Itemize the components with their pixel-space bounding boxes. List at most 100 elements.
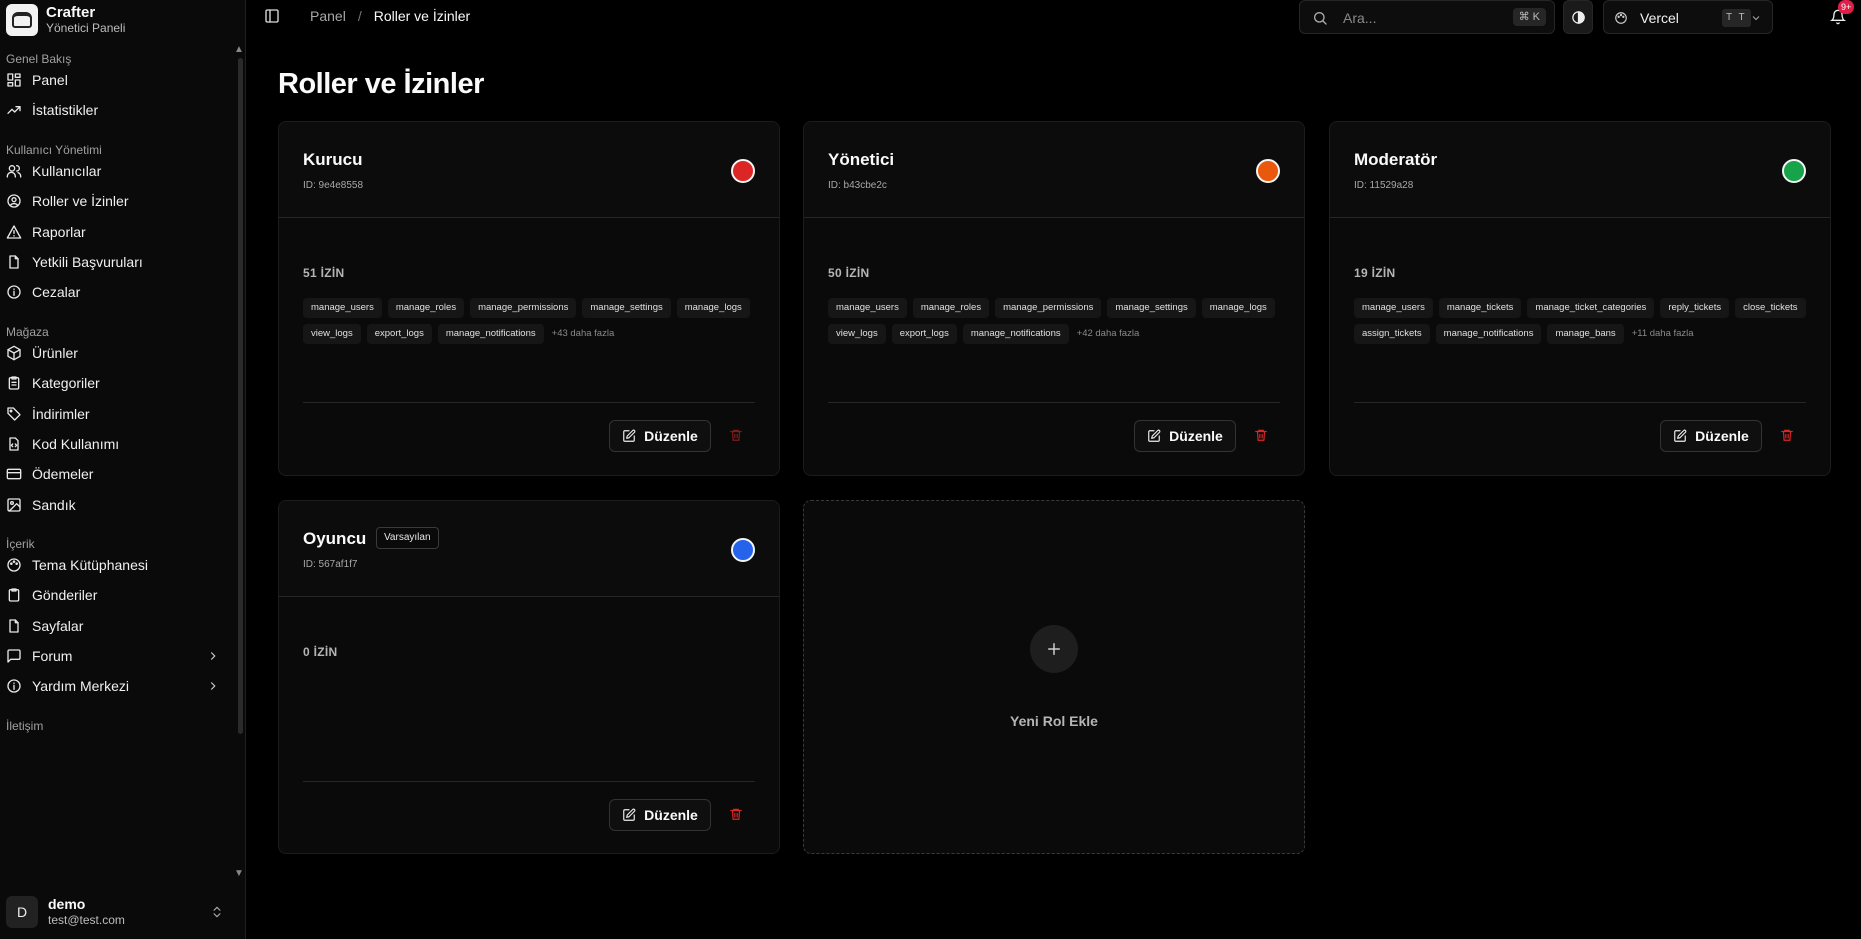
sidebar-item-1-1[interactable]: Roller ve İzinler: [0, 186, 230, 216]
sidebar-item-2-0[interactable]: Ürünler: [0, 338, 230, 368]
role-card-header: Kurucu ID: 9e4e8558: [279, 122, 779, 218]
role-card: Moderatör ID: 11529a28 19 İZİN manage_us…: [1329, 121, 1831, 476]
user-name: demo: [48, 896, 86, 912]
sidebar-item-3-0[interactable]: Tema Kütüphanesi: [0, 550, 230, 580]
sidebar-item-label: Roller ve İzinler: [32, 193, 129, 210]
sidebar-scroll-down-icon[interactable]: ▼: [234, 868, 244, 879]
sidebar-item-2-4[interactable]: Ödemeler: [0, 459, 230, 489]
more-permissions: +11 daha fazla: [1631, 328, 1694, 339]
sidebar-scroll-up-icon[interactable]: ▲: [234, 44, 244, 55]
edit-role-label: Düzenle: [644, 807, 698, 823]
add-role-card[interactable]: Yeni Rol Ekle: [803, 500, 1305, 854]
avatar: D: [6, 896, 38, 928]
search-icon: [1314, 12, 1327, 25]
permission-tag: manage_users: [303, 298, 382, 318]
permission-tag: export_logs: [891, 324, 957, 344]
search-placeholder: Ara...: [1343, 10, 1377, 26]
theme-toggle-button[interactable]: [1563, 0, 1593, 34]
role-color-dot: [1256, 159, 1280, 183]
default-badge: Varsayılan: [376, 527, 439, 549]
sidebar-section-title: İletişim: [6, 719, 44, 733]
trash-icon: [1255, 429, 1267, 441]
edit-role-button[interactable]: Düzenle: [1660, 420, 1762, 452]
alert-triangle-icon: [6, 224, 22, 239]
brand-subtitle: Yönetici Paneli: [46, 21, 126, 35]
role-card: Yönetici ID: b43cbe2c 50 İZİN manage_use…: [803, 121, 1305, 476]
edit-role-button[interactable]: Düzenle: [609, 420, 711, 452]
notification-badge: 9+: [1838, 0, 1855, 14]
chevron-down-icon: [1752, 16, 1760, 21]
role-name: Kurucu: [303, 150, 363, 169]
brand-name: Crafter: [46, 4, 96, 21]
delete-role-button[interactable]: [729, 807, 745, 823]
chevrons-up-down-icon: [213, 906, 221, 918]
sidebar-item-label: Ürünler: [32, 345, 78, 361]
clipboard-list-icon: [8, 376, 20, 390]
user-menu[interactable]: D demo test@test.com: [6, 892, 236, 932]
brand[interactable]: Crafter Yönetici Paneli: [6, 2, 125, 38]
sidebar-scrollbar[interactable]: [238, 58, 243, 734]
permission-tag: view_logs: [303, 324, 361, 344]
search-input[interactable]: Ara... ⌘ K: [1299, 0, 1555, 34]
breadcrumb-panel[interactable]: Panel: [310, 8, 346, 24]
user-circle-icon: [7, 194, 21, 208]
sidebar-item-label: Kategoriler: [32, 375, 100, 392]
permission-tag: manage_logs: [1201, 298, 1275, 318]
sidebar-item-3-4[interactable]: Yardım Merkezi: [0, 671, 230, 701]
breadcrumb-current: Roller ve İzinler: [373, 8, 471, 24]
sidebar-item-label: Sayfalar: [32, 617, 84, 634]
sidebar-section-title: Kullanıcı Yönetimi: [6, 143, 102, 157]
permission-tags: manage_users manage_roles manage_permissio…: [303, 298, 763, 344]
permission-tag: assign_tickets: [1354, 324, 1430, 344]
permission-tag: manage_roles: [387, 298, 465, 318]
sidebar-item-2-2[interactable]: İndirimler: [0, 399, 230, 429]
theme-select[interactable]: Vercel T T: [1603, 0, 1773, 34]
sidebar-item-3-1[interactable]: Gönderiler: [0, 580, 230, 610]
permission-tag: manage_users: [828, 298, 907, 318]
edit-icon: [1674, 429, 1687, 442]
delete-role-button[interactable]: [729, 428, 745, 444]
sidebar-item-2-1[interactable]: Kategoriler: [0, 368, 230, 398]
permission-tag: manage_tickets: [1438, 298, 1522, 318]
edit-role-label: Düzenle: [1695, 428, 1749, 444]
file-icon: [9, 618, 19, 633]
sidebar-item-1-4[interactable]: Cezalar: [0, 277, 230, 307]
role-card-header: Moderatör ID: 11529a28: [1330, 122, 1830, 218]
sidebar-section-title: Genel Bakış: [6, 52, 72, 66]
role-card: Kurucu ID: 9e4e8558 51 İZİN manage_users…: [278, 121, 780, 476]
role-color-dot: [731, 159, 755, 183]
page-title: Roller ve İzinler: [278, 68, 484, 100]
credit-card-icon: [6, 468, 22, 480]
contrast-icon: [1572, 11, 1585, 24]
sidebar-item-1-0[interactable]: Kullanıcılar: [0, 156, 230, 186]
permission-tags: manage_users manage_tickets manage_ticket_…: [1354, 298, 1814, 344]
trash-icon: [730, 429, 742, 441]
add-role-button[interactable]: [1030, 625, 1078, 673]
sidebar-toggle-icon[interactable]: [264, 8, 280, 24]
permission-tag: view_logs: [828, 324, 886, 344]
role-name: Yönetici: [828, 150, 895, 169]
sidebar-item-2-5[interactable]: Sandık: [0, 490, 230, 520]
edit-role-button[interactable]: Düzenle: [609, 799, 711, 831]
permission-tag: manage_permissions: [995, 298, 1102, 318]
notifications-button[interactable]: 9+: [1828, 0, 1855, 26]
sidebar-item-0-0[interactable]: Panel: [0, 65, 230, 95]
clipboard-icon: [8, 588, 20, 602]
topbar: Panel / Roller ve İzinler Ara... ⌘ K Ver…: [246, 0, 1861, 34]
permission-tag: manage_notifications: [1435, 324, 1542, 344]
sidebar-item-2-3[interactable]: Kod Kullanımı: [0, 429, 230, 459]
sidebar-item-label: Yetkili Başvuruları: [32, 253, 143, 270]
sidebar-item-label: İstatistikler: [32, 102, 99, 119]
palette-icon: [1615, 12, 1627, 24]
role-id: ID: b43cbe2c: [828, 180, 887, 191]
sidebar-item-1-3[interactable]: Yetkili Başvuruları: [0, 247, 230, 277]
sidebar-item-0-1[interactable]: İstatistikler: [0, 95, 230, 125]
sidebar-item-3-3[interactable]: Forum: [0, 641, 230, 671]
sidebar-item-1-2[interactable]: Raporlar: [0, 217, 230, 247]
delete-role-button[interactable]: [1254, 428, 1270, 444]
palette-icon: [7, 558, 21, 572]
edit-role-button[interactable]: Düzenle: [1134, 420, 1236, 452]
sidebar-item-3-2[interactable]: Sayfalar: [0, 611, 230, 641]
sidebar-item-label: Forum: [32, 647, 73, 664]
delete-role-button[interactable]: [1780, 428, 1796, 444]
